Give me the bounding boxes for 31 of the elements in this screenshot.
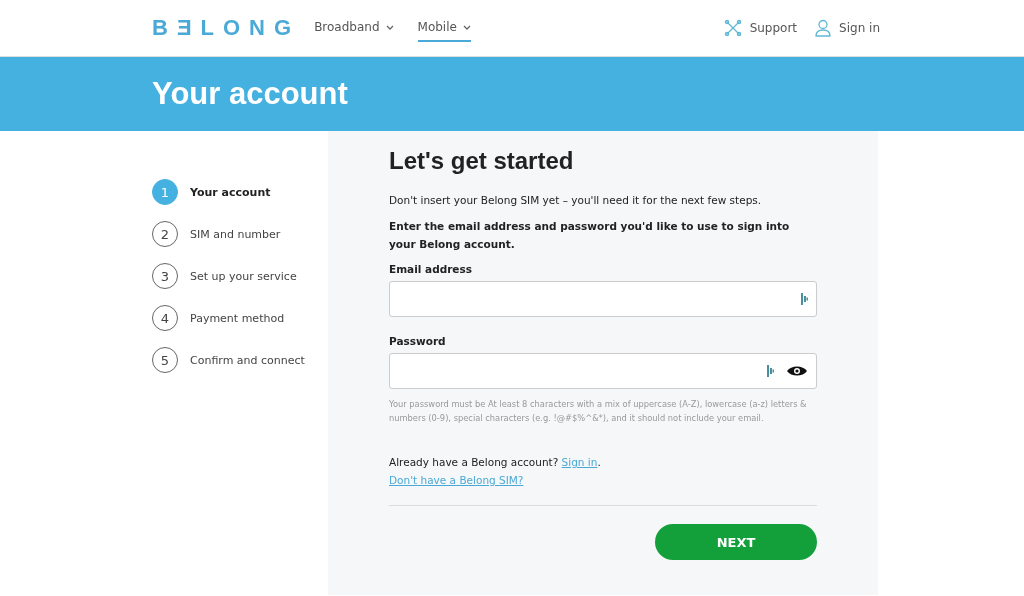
- password-manager-icon[interactable]: [801, 293, 808, 305]
- chevron-down-icon: [385, 24, 394, 30]
- step-number: 4: [152, 305, 178, 331]
- nav-menu[interactable]: Broadband: [314, 14, 394, 42]
- step-number: 3: [152, 263, 178, 289]
- sign-in-prompt: Already have a Belong account? Sign in.: [389, 455, 602, 470]
- sim-note: Don't insert your Belong SIM yet – you'll need it for the next few steps.: [389, 193, 763, 208]
- show-password-icon[interactable]: [786, 365, 808, 377]
- page-title: Your account: [152, 76, 348, 112]
- user-icon: [815, 19, 832, 37]
- password-hint: Your password must be At least 8 characters with a mix of uppercase (A-Z), lowercase (a-z) letters & numbers (0-9), special characters (e.g. !@#$%^&*), and it should not include your email.: [389, 398, 808, 425]
- sign-in-link[interactable]: Sign in: [815, 19, 880, 37]
- step-label: Confirm and connect: [190, 353, 305, 367]
- step-label: Your account: [190, 185, 271, 199]
- password-manager-icon[interactable]: [767, 365, 774, 377]
- step-label: Set up your service: [190, 269, 297, 283]
- nav-menu[interactable]: Mobile: [417, 14, 471, 42]
- email-field[interactable]: [389, 281, 817, 317]
- step-label: Payment method: [190, 311, 285, 325]
- field-label: Email address: [389, 263, 473, 275]
- step-label: SIM and number: [190, 227, 281, 241]
- field-label: Password: [389, 335, 447, 347]
- tools-icon: [723, 19, 742, 37]
- instruction-text: Enter the email address and password you'd like to use to sign into your Belong account.: [389, 219, 791, 252]
- step-number: 5: [152, 347, 178, 373]
- step-number: 2: [152, 221, 178, 247]
- step-number: 1: [152, 179, 178, 205]
- chevron-down-icon: [462, 24, 471, 30]
- password-field[interactable]: [389, 353, 817, 389]
- form-title: Let's get started: [389, 147, 575, 175]
- support-link[interactable]: Support: [723, 19, 798, 37]
